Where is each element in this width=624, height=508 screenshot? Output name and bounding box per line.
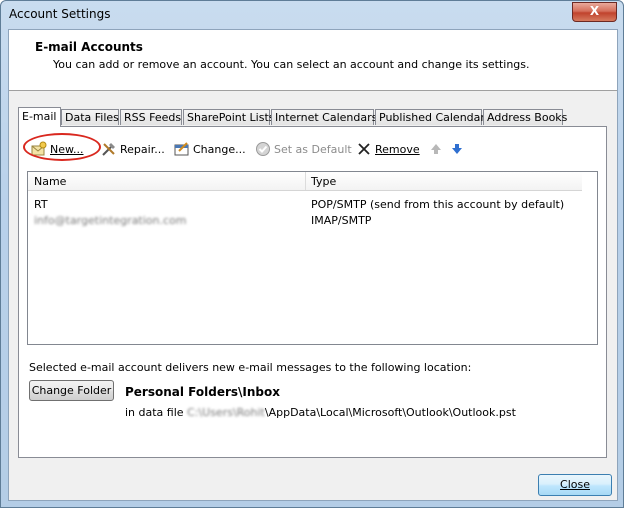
tab-label: Address Books xyxy=(487,111,568,124)
move-down-button[interactable] xyxy=(449,139,468,159)
data-file-rest: \AppData\Local\Microsoft\Outlook\Outlook… xyxy=(264,406,516,419)
tab-internet-calendars[interactable]: Internet Calendars xyxy=(271,109,378,125)
account-name-blurred: info@targetintegration.com xyxy=(34,214,187,227)
remove-button-label: Remove xyxy=(375,142,420,156)
list-header: Name Type xyxy=(28,172,597,191)
change-button-label: Change... xyxy=(193,142,246,156)
change-button[interactable]: Change... xyxy=(174,139,246,159)
move-down-arrow-icon xyxy=(449,141,465,157)
tools-icon xyxy=(101,141,117,157)
delivery-folder: Personal Folders\Inbox xyxy=(125,385,280,399)
tab-label: Published Calendars xyxy=(379,111,491,124)
tab-address-books[interactable]: Address Books xyxy=(483,109,567,125)
set-as-default-label: Set as Default xyxy=(274,142,352,156)
account-list[interactable]: Name Type RT POP/SMTP (send from this ac… xyxy=(27,171,598,345)
tab-published-calendars[interactable]: Published Calendars xyxy=(375,109,491,125)
repair-button[interactable]: Repair... xyxy=(101,139,165,159)
change-account-icon xyxy=(174,141,190,157)
list-scrollbar-area[interactable] xyxy=(582,172,597,344)
account-row[interactable]: RT POP/SMTP (send from this account by d… xyxy=(28,196,584,212)
tab-rss-feeds[interactable]: RSS Feeds xyxy=(120,109,182,125)
tab-label: RSS Feeds xyxy=(124,111,182,124)
account-settings-window: Account Settings X E-mail Accounts You c… xyxy=(0,0,624,508)
column-header-type[interactable]: Type xyxy=(311,175,336,188)
tab-data-files[interactable]: Data Files xyxy=(61,109,119,125)
account-type: IMAP/SMTP xyxy=(311,214,372,227)
data-file-prefix: in data file xyxy=(125,406,188,419)
title-bar: Account Settings X xyxy=(1,1,623,29)
remove-button[interactable]: Remove xyxy=(356,139,420,159)
move-up-button[interactable] xyxy=(428,139,447,159)
change-folder-label: Change Folder xyxy=(31,384,112,397)
window-title: Account Settings xyxy=(9,7,111,21)
tab-label: SharePoint Lists xyxy=(187,111,275,124)
data-file-user-blurred: C:\Users\Rohit xyxy=(187,406,265,419)
new-account-button[interactable]: New... xyxy=(23,133,101,161)
repair-button-label: Repair... xyxy=(120,142,165,156)
column-header-name[interactable]: Name xyxy=(34,175,66,188)
data-file-path: in data file C:\Users\Rohit\AppData\Loca… xyxy=(125,406,516,419)
tab-sharepoint-lists[interactable]: SharePoint Lists xyxy=(183,109,275,125)
header-title: E-mail Accounts xyxy=(35,40,143,54)
checkmark-icon xyxy=(255,141,271,157)
header-description: You can add or remove an account. You ca… xyxy=(53,58,530,71)
close-icon: X xyxy=(589,4,600,18)
dialog-client-area: E-mail Accounts You can add or remove an… xyxy=(8,29,618,501)
delivery-description: Selected e-mail account delivers new e-m… xyxy=(29,361,472,374)
dialog-header: E-mail Accounts You can add or remove an… xyxy=(9,30,617,91)
account-name: RT xyxy=(34,198,48,211)
close-button[interactable]: Close xyxy=(538,474,612,496)
account-type: POP/SMTP (send from this account by defa… xyxy=(311,198,565,211)
tab-label: Internet Calendars xyxy=(275,111,378,124)
email-tab-panel: New... Repair... Change... Set as Defaul… xyxy=(18,126,607,458)
set-as-default-button[interactable]: Set as Default xyxy=(255,139,352,159)
account-row[interactable]: info@targetintegration.com IMAP/SMTP xyxy=(28,212,584,228)
highlight-circle xyxy=(23,133,101,161)
account-toolbar: New... Repair... Change... Set as Defaul… xyxy=(23,133,585,161)
close-button-label: Close xyxy=(560,478,590,491)
tab-email[interactable]: E-mail xyxy=(18,107,61,127)
window-close-button[interactable]: X xyxy=(572,2,617,22)
remove-x-icon xyxy=(356,141,372,157)
tab-label: E-mail xyxy=(22,110,57,123)
column-divider[interactable] xyxy=(305,172,306,190)
move-up-arrow-icon xyxy=(428,141,444,157)
change-folder-button[interactable]: Change Folder xyxy=(29,380,114,401)
tab-label: Data Files xyxy=(65,111,119,124)
